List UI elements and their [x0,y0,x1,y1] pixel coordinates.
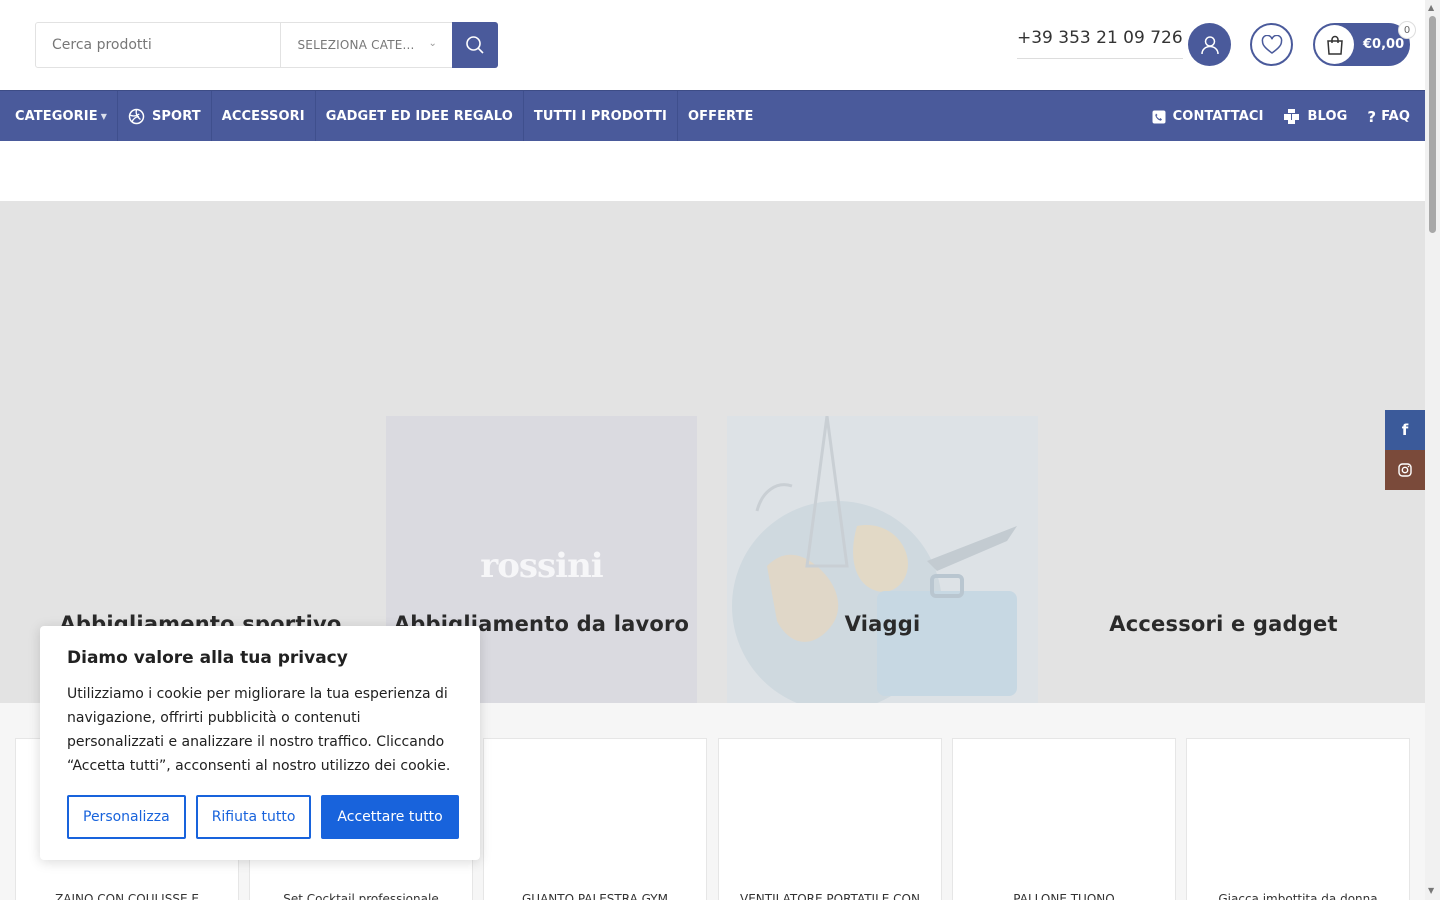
product-name[interactable]: PALLONE TUONO [963,892,1165,900]
blog-icon [1283,109,1301,124]
nav-item-sport[interactable]: SPORT [118,90,212,142]
chevron-down-icon: ⌄ [428,38,438,49]
nav-item-faq[interactable]: ? FAQ [1347,91,1410,142]
nav-item-categorie[interactable]: CATEGORIE ▼ [0,90,118,142]
nav-item-offerte[interactable]: OFFERTE [678,91,764,142]
scroll-down-icon[interactable]: ▼ [1428,886,1434,895]
nav-item-label: ACCESSORI [221,108,305,124]
nav-item-label: TUTTI I PRODOTTI [533,108,667,124]
chevron-down-icon: ▼ [100,111,107,121]
product-name[interactable]: GUANTO PALESTRA GYM [494,892,696,900]
category-select[interactable]: SELEZIONA CATE... ⌄ [280,23,452,67]
facebook-icon: f [1401,421,1409,439]
facebook-button[interactable]: f [1385,410,1425,450]
instagram-button[interactable] [1385,450,1425,490]
customize-button[interactable]: Personalizza [67,795,186,839]
volleyball-icon [128,108,145,125]
product-name[interactable]: VENTILATORE PORTATILE CON [729,892,931,900]
product-name[interactable]: ZAINO CON COULISSE E [26,892,228,900]
product-card[interactable]: GUANTO PALESTRA GYM [483,738,707,900]
travel-illustration [732,416,1017,703]
cart-total: €0,00 [1363,37,1405,52]
cookie-consent-banner: Diamo valore alla tua privacy Utilizziam… [40,626,480,860]
nav-item-label: FAQ [1381,109,1410,124]
wishlist-button[interactable] [1250,23,1293,66]
nav-item-label: GADGET ED IDEE REGALO [325,108,513,124]
nav-item-blog[interactable]: BLOG [1264,91,1348,142]
phone-icon [1152,110,1166,124]
category-tile-label: Viaggi [844,612,921,636]
category-tile-label: Accessori e gadget [1109,612,1338,636]
nav-item-gadget[interactable]: GADGET ED IDEE REGALO [316,90,524,142]
nav-item-contattaci[interactable]: CONTATTACI [1132,91,1264,142]
shopping-bag-icon [1315,25,1354,64]
nav-item-label: BLOG [1307,109,1348,124]
search-input[interactable] [36,23,281,67]
product-card[interactable]: PALLONE TUONO [952,738,1176,900]
account-button[interactable] [1188,23,1231,66]
rossini-logo: rossini [480,546,603,586]
cart-button[interactable]: €0,00 [1313,23,1410,66]
nav-item-label: CONTATTACI [1172,109,1264,124]
category-tile-viaggi[interactable]: Viaggi [727,416,1038,703]
nav-item-accessori[interactable]: ACCESSORI [212,90,316,142]
category-tile-accessori[interactable]: Accessori e gadget [1068,416,1379,703]
nav-item-label: CATEGORIE [15,108,98,124]
product-card[interactable]: Giacca imbottita da donna [1186,738,1410,900]
user-icon [1200,35,1219,54]
accept-all-button[interactable]: Accettare tutto [321,795,459,839]
search-button[interactable] [452,22,499,68]
cookie-actions: Personalizza Rifiuta tutto Accettare tut… [67,795,459,839]
category-select-value: SELEZIONA CATE... [297,38,415,52]
phone-number[interactable]: +39 353 21 09 726 [1017,28,1183,59]
nav-item-label: SPORT [151,108,201,124]
nav-item-tutti-prodotti[interactable]: TUTTI I PRODOTTI [524,90,678,142]
cookie-title: Diamo valore alla tua privacy [67,648,348,668]
nav-right-links: CONTATTACI BLOG ? FAQ [1132,91,1410,142]
cart-count-badge: 0 [1398,21,1416,39]
main-navigation: CATEGORIE ▼ SPORT ACCESSORI GADGET ED IDE… [0,90,1425,142]
product-name[interactable]: Giacca imbottita da donna [1197,892,1399,900]
product-name[interactable]: Set Cocktail professionale [260,892,462,900]
heart-icon [1261,34,1282,54]
reject-all-button[interactable]: Rifiuta tutto [195,795,312,839]
site-header: SELEZIONA CATE... ⌄ +39 353 21 09 726 €0… [0,0,1425,90]
product-card[interactable]: VENTILATORE PORTATILE CON [718,738,942,900]
search-form: SELEZIONA CATE... ⌄ [35,22,499,68]
page-scrollbar[interactable]: ▲ ▼ [1425,0,1440,900]
spacer-band [0,141,1425,201]
instagram-icon [1398,463,1412,477]
nav-item-label: OFFERTE [687,108,754,124]
scrollbar-thumb[interactable] [1429,16,1436,233]
cookie-text: Utilizziamo i cookie per migliorare la t… [67,686,451,774]
search-icon [466,36,484,54]
scroll-up-icon[interactable]: ▲ [1428,3,1434,12]
question-icon: ? [1367,107,1377,126]
